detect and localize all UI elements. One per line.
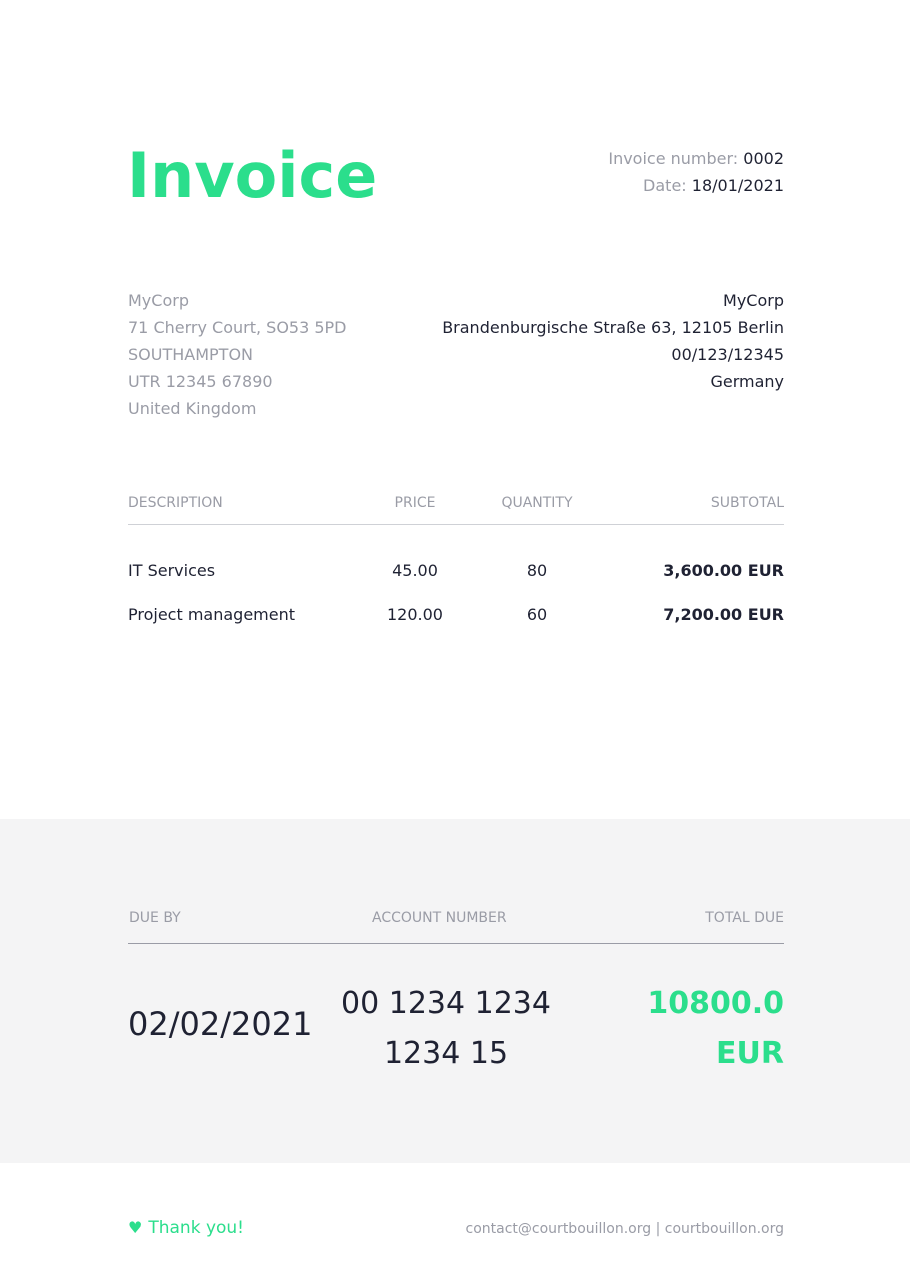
recipient-address-line: 00/123/12345 [671, 345, 784, 364]
account-number-label: ACCOUNT NUMBER [372, 910, 507, 926]
sender-address-line: United Kingdom [128, 399, 257, 418]
sender-address: MyCorp 71 Cherry Court, SO53 5PD SOUTHAM… [128, 287, 347, 422]
table-row: Project management 120.00 60 7,200.00 EU… [128, 585, 784, 644]
sender-address-line: 71 Cherry Court, SO53 5PD [128, 318, 347, 337]
item-subtotal: 3,600.00 EUR [663, 560, 784, 580]
invoice-date-line: Date: 18/01/2021 [608, 172, 784, 199]
invoice-date-label: Date: [643, 176, 687, 195]
item-description: IT Services [128, 560, 216, 580]
item-quantity: 80 [526, 560, 548, 580]
item-price: 45.00 [392, 560, 438, 580]
sender-address-line: SOUTHAMPTON [128, 345, 253, 364]
column-header-subtotal: SUBTOTAL [602, 488, 784, 525]
sender-address-line: UTR 12345 67890 [128, 372, 273, 391]
total-due-label: TOTAL DUE [705, 910, 784, 926]
total-due-amount: 10800.0 EUR [647, 986, 784, 1071]
invoice-number-value: 0002 [743, 149, 784, 168]
thank-you-note: ♥ Thank you! [128, 1216, 244, 1240]
item-quantity: 60 [526, 605, 548, 624]
due-by-date: 02/02/2021 [128, 1005, 313, 1043]
recipient-address-line: Brandenburgische Straße 63, 12105 Berlin [442, 318, 784, 337]
contact-info: contact@courtbouillon.org | courtbouillo… [465, 1221, 784, 1237]
line-items-table: DESCRIPTION PRICE QUANTITY SUBTOTAL IT S… [128, 488, 784, 644]
thank-you-text: Thank you! [148, 1218, 244, 1238]
recipient-address-line: Germany [710, 372, 784, 391]
item-description: Project management [128, 605, 296, 624]
invoice-date-value: 18/01/2021 [691, 176, 784, 195]
item-price: 120.00 [387, 605, 443, 624]
account-number: 00 1234 1234 1234 15 [341, 986, 551, 1071]
column-header-price: PRICE [358, 488, 472, 525]
recipient-address-line: MyCorp [723, 291, 784, 310]
summary-header: DUE BY ACCOUNT NUMBER TOTAL DUE [128, 909, 784, 944]
heart-icon: ♥ [128, 1218, 143, 1237]
invoice-number-label: Invoice number: [608, 149, 739, 168]
item-subtotal: 7,200.00 EUR [663, 605, 784, 624]
invoice-number-line: Invoice number: 0002 [608, 145, 784, 172]
invoice-title: Invoice [127, 139, 378, 212]
sender-address-line: MyCorp [128, 291, 189, 310]
column-header-quantity: QUANTITY [472, 488, 602, 525]
recipient-address: MyCorp Brandenburgische Straße 63, 12105… [442, 287, 784, 395]
invoice-meta: Invoice number: 0002 Date: 18/01/2021 [608, 145, 784, 199]
column-header-description: DESCRIPTION [128, 488, 358, 525]
payment-summary: DUE BY ACCOUNT NUMBER TOTAL DUE 02/02/20… [0, 819, 910, 1163]
table-row: IT Services 45.00 80 3,600.00 EUR [128, 525, 784, 586]
due-by-label: DUE BY [129, 910, 181, 926]
table-header-row: DESCRIPTION PRICE QUANTITY SUBTOTAL [128, 488, 784, 525]
